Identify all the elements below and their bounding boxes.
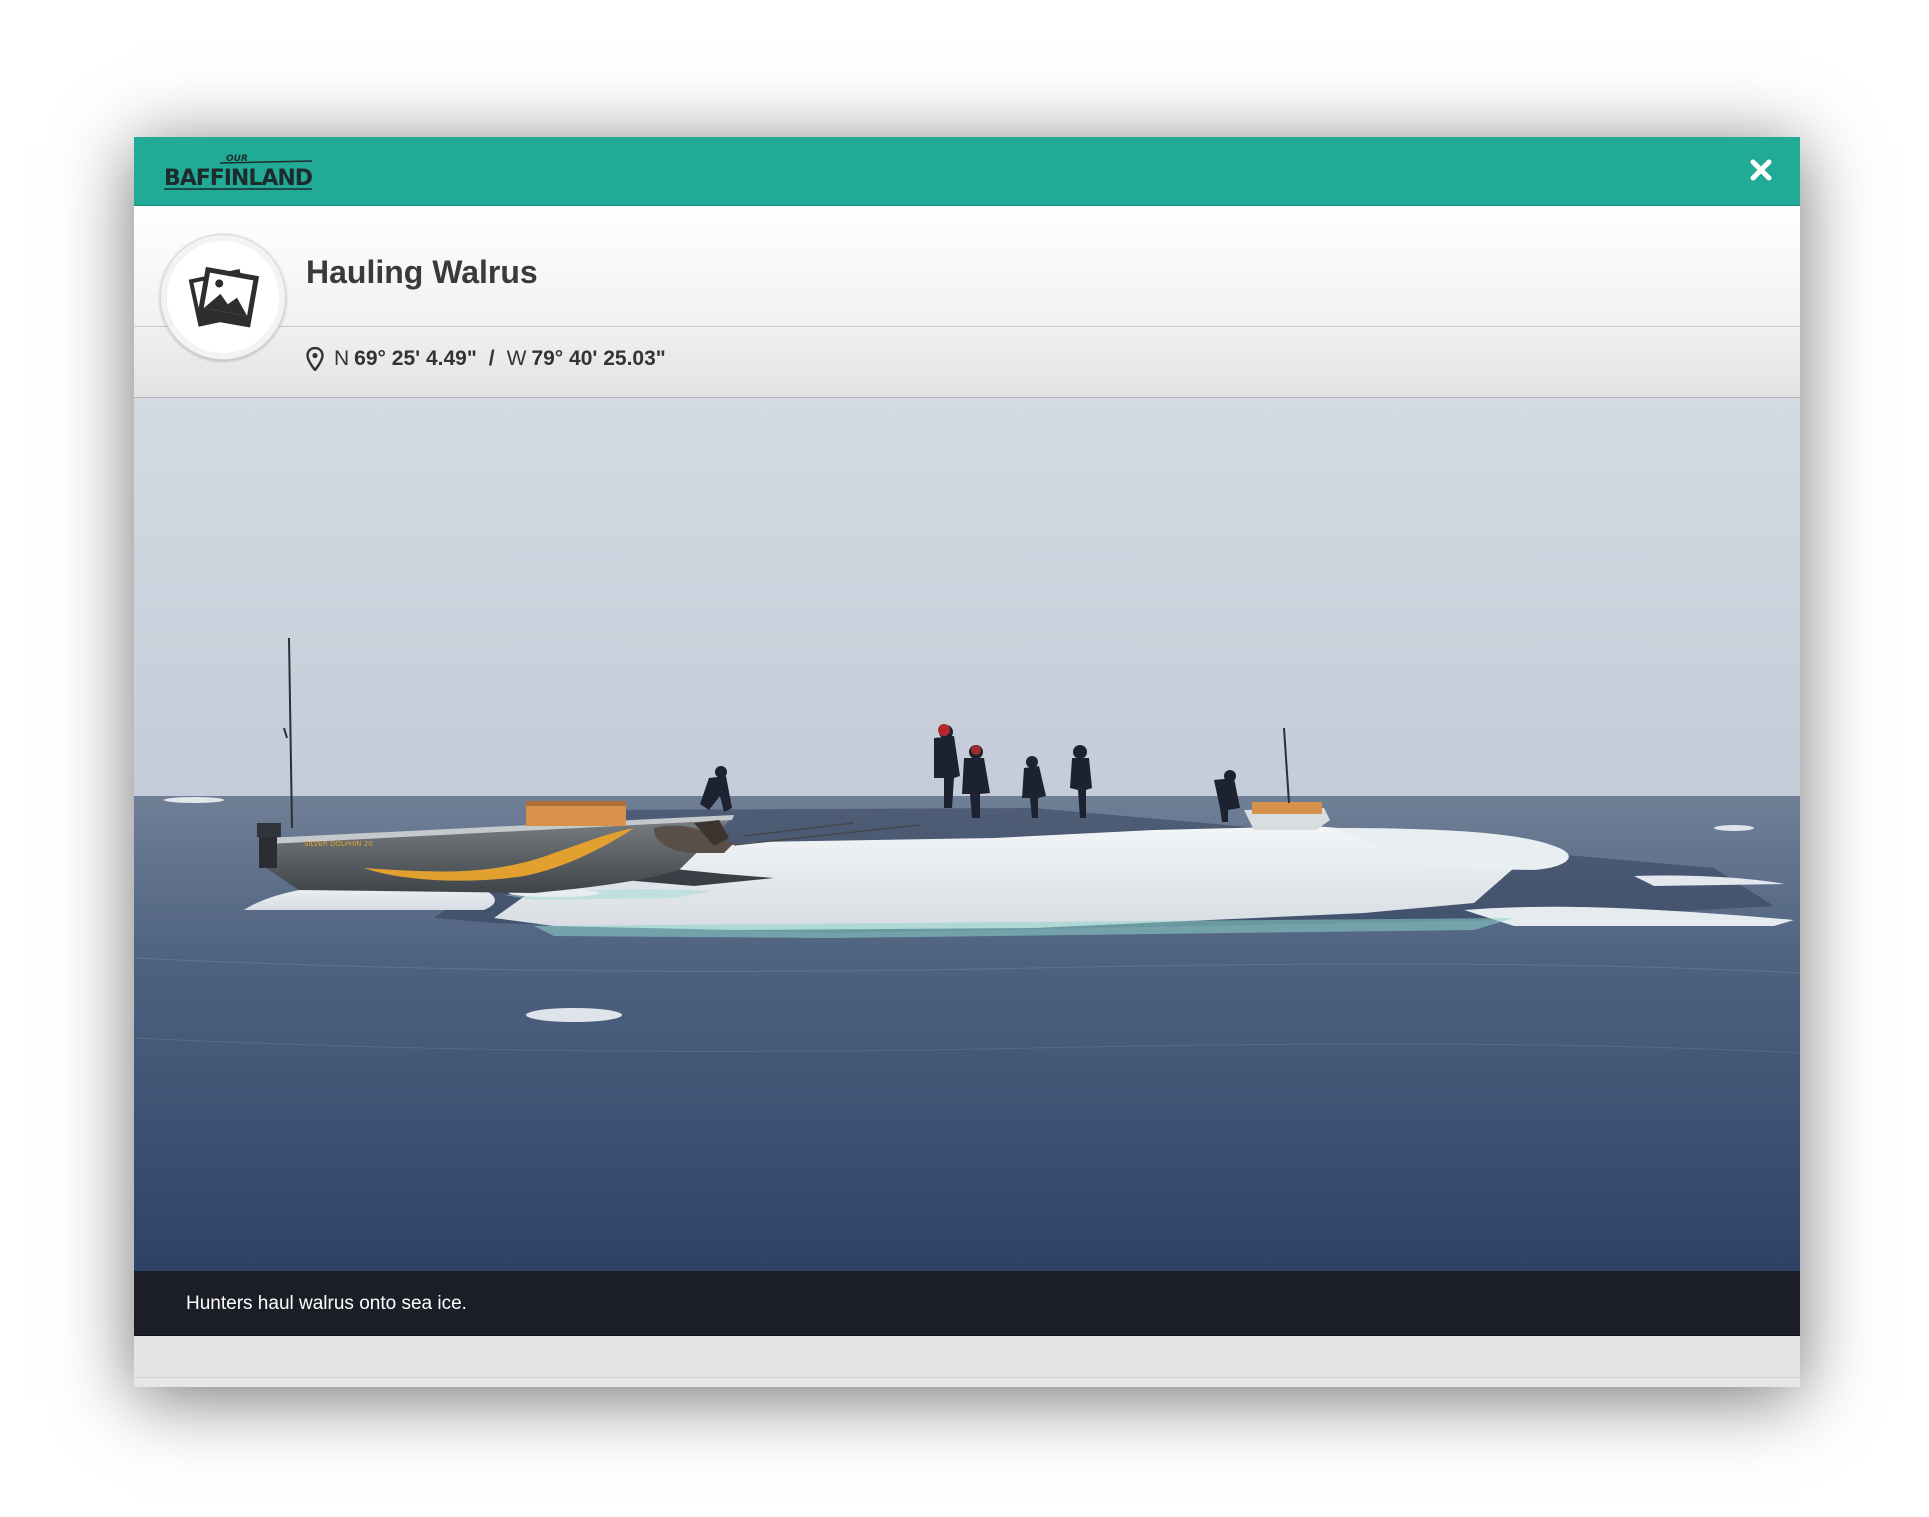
close-icon[interactable] <box>1744 153 1778 187</box>
photo-modal: OUR BAFFINLAND Hauling Walrus N 69° 25' … <box>134 137 1800 1387</box>
coordinates-bar: N 69° 25' 4.49" / W 79° 40' 25.03" <box>134 327 1800 398</box>
photo-icon <box>188 266 260 328</box>
latitude-hemisphere: N <box>334 347 350 370</box>
svg-text:BAFFINLAND: BAFFINLAND <box>164 166 314 191</box>
latitude-value: 69° 25' 4.49" <box>354 347 477 370</box>
coordinates: N 69° 25' 4.49" / W 79° 40' 25.03" <box>306 347 666 371</box>
coordinate-separator: / <box>488 347 495 370</box>
media-type-avatar <box>160 234 286 360</box>
footer-bar <box>134 1336 1800 1378</box>
page-title: Hauling Walrus <box>306 254 538 290</box>
photo-caption: Hunters haul walrus onto sea ice. <box>134 1271 1800 1336</box>
map-pin-icon <box>306 347 324 371</box>
longitude-value: 79° 40' 25.03" <box>531 347 666 370</box>
longitude-hemisphere: W <box>506 347 527 370</box>
svg-text:SILVER DOLPHIN 20: SILVER DOLPHIN 20 <box>304 840 373 848</box>
caption-text: Hunters haul walrus onto sea ice. <box>186 1293 467 1314</box>
walrus-hunt-photo: SILVER DOLPHIN 20 <box>134 398 1800 1271</box>
baffinland-logo[interactable]: OUR BAFFINLAND <box>162 151 322 193</box>
photo-image: SILVER DOLPHIN 20 <box>134 398 1800 1271</box>
top-bar: OUR BAFFINLAND <box>134 137 1800 206</box>
title-bar: Hauling Walrus <box>134 206 1800 327</box>
